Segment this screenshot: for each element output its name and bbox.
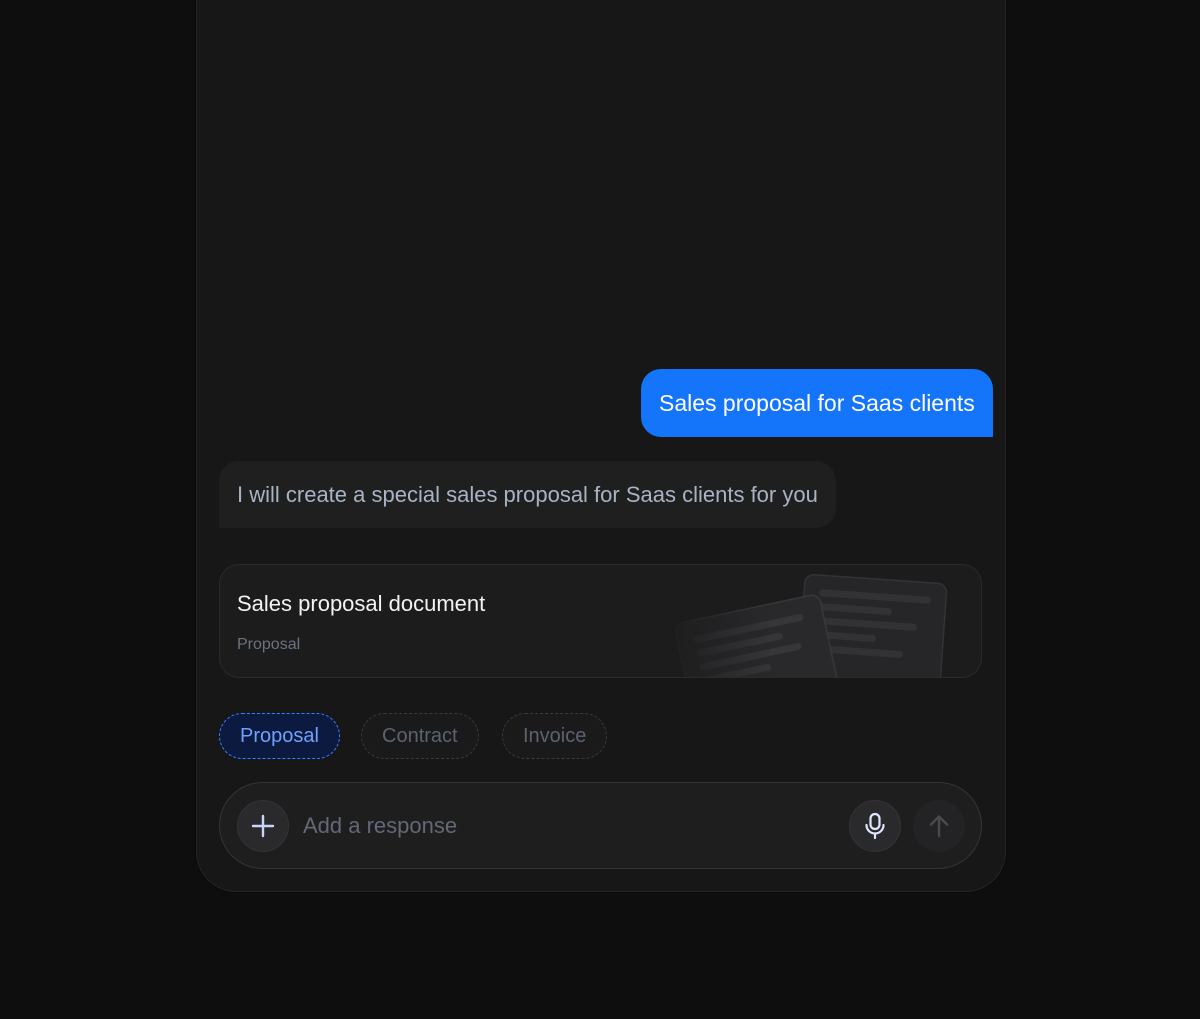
user-message-bubble: Sales proposal for Saas clients	[641, 369, 993, 437]
add-attachment-button[interactable]	[237, 800, 289, 852]
microphone-icon	[865, 812, 885, 840]
document-type-label: Proposal	[237, 636, 301, 653]
chip-invoice[interactable]: Invoice	[502, 713, 608, 759]
chip-contract[interactable]: Contract	[361, 713, 479, 759]
document-stack-icon	[660, 565, 981, 677]
composer-bar	[219, 782, 982, 869]
assistant-message-bubble: I will create a special sales proposal f…	[219, 461, 836, 528]
arrow-up-icon	[929, 815, 949, 838]
user-message-text: Sales proposal for Saas clients	[659, 390, 975, 416]
response-input[interactable]	[301, 803, 831, 849]
microphone-button[interactable]	[849, 800, 901, 852]
assistant-message-text: I will create a special sales proposal f…	[237, 482, 818, 507]
document-card[interactable]: Sales proposal document Proposal	[219, 564, 982, 678]
chip-proposal[interactable]: Proposal	[219, 713, 340, 759]
plus-icon	[251, 814, 275, 838]
document-title: Sales proposal document	[237, 591, 486, 616]
send-button[interactable]	[913, 800, 965, 852]
